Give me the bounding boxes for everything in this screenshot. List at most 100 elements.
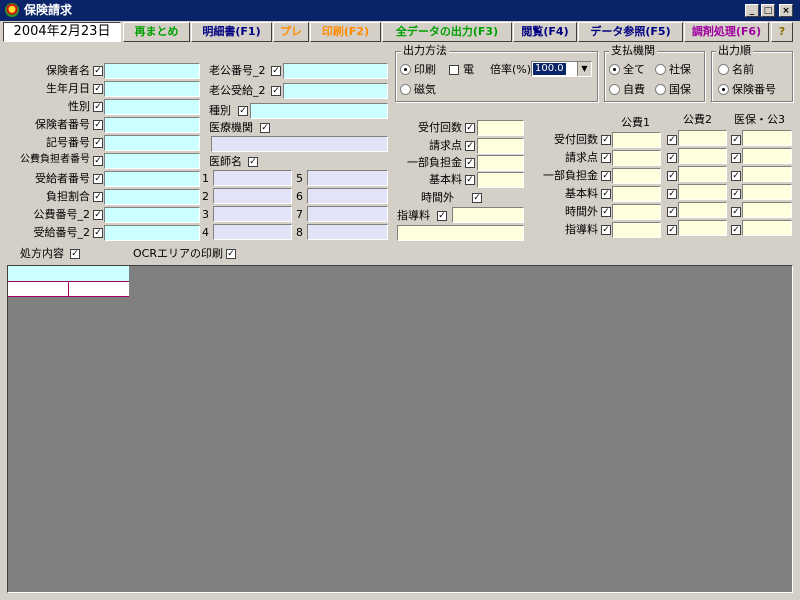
field-rokou-jukyu[interactable] <box>283 83 388 99</box>
checkbox-uketsuke-kaisu[interactable] <box>465 123 475 133</box>
kouhi1-uketsuke-checkbox[interactable] <box>601 135 611 145</box>
checkbox-seikyu-ten[interactable] <box>465 141 475 151</box>
kouhi2-ichibu-field[interactable] <box>678 166 727 182</box>
checkbox-jukyusha-bangou[interactable] <box>93 174 103 184</box>
field-shidou-ryo[interactable] <box>452 207 524 223</box>
kou3-uketsuke-checkbox[interactable] <box>731 135 741 145</box>
print-button[interactable]: 印刷(F2) <box>310 22 381 42</box>
kou3-kihon-field[interactable] <box>742 184 792 200</box>
close-button[interactable]: × <box>779 4 793 17</box>
kouhi2-jikangai-field[interactable] <box>678 202 727 218</box>
kouhi2-seikyu-field[interactable] <box>678 148 727 164</box>
kou3-kihon-checkbox[interactable] <box>731 189 741 199</box>
radio-payer-shaho[interactable] <box>655 64 666 75</box>
field-doctor-4[interactable] <box>213 224 292 240</box>
radio-payer-jihi[interactable] <box>609 84 620 95</box>
field-doctor-1[interactable] <box>213 170 292 186</box>
dropdown-arrow-icon[interactable]: ▼ <box>577 62 591 76</box>
checkbox-ishi-mei[interactable] <box>248 157 258 167</box>
checkbox-kouhi-bangou-2[interactable] <box>93 210 103 220</box>
field-shubetsu[interactable] <box>250 103 388 119</box>
meisaisho-button[interactable]: 明細書(F1) <box>191 22 272 42</box>
kouhi2-uketsuke-field[interactable] <box>678 130 727 146</box>
field-kigou-bangou[interactable] <box>104 135 200 151</box>
radio-magnetic[interactable] <box>400 84 411 95</box>
kou3-seikyu-checkbox[interactable] <box>731 153 741 163</box>
field-futan-wariai[interactable] <box>104 189 200 205</box>
kou3-seikyu-field[interactable] <box>742 148 792 164</box>
field-iryou-kikan[interactable] <box>211 136 388 152</box>
preview-button[interactable]: プレ <box>273 22 309 42</box>
kouhi1-uketsuke-field[interactable] <box>612 132 661 148</box>
checkbox-rokou-jukyu[interactable] <box>271 86 281 96</box>
checkbox-ichibu-futankin[interactable] <box>465 158 475 168</box>
radio-print[interactable] <box>400 64 411 75</box>
radio-payer-kokuho[interactable] <box>655 84 666 95</box>
field-doctor-5[interactable] <box>307 170 388 186</box>
field-rokou-bangou[interactable] <box>283 63 388 79</box>
kouhi2-ichibu-checkbox[interactable] <box>667 171 677 181</box>
checkbox-ocr-print[interactable] <box>226 249 236 259</box>
field-hokensha-mei[interactable] <box>104 63 200 79</box>
kou3-ichibu-checkbox[interactable] <box>731 171 741 181</box>
checkbox-hokensha-bangou[interactable] <box>93 120 103 130</box>
radio-order-number[interactable] <box>718 84 729 95</box>
kouhi1-seikyu-checkbox[interactable] <box>601 153 611 163</box>
radio-order-name[interactable] <box>718 64 729 75</box>
field-doctor-2[interactable] <box>213 188 292 204</box>
kou3-ichibu-field[interactable] <box>742 166 792 182</box>
field-seinengappi[interactable] <box>104 81 200 97</box>
field-doctor-3[interactable] <box>213 206 292 222</box>
kouhi1-kihon-field[interactable] <box>612 186 661 202</box>
kou3-shidou-checkbox[interactable] <box>731 225 741 235</box>
kouhi2-uketsuke-checkbox[interactable] <box>667 135 677 145</box>
checkbox-seibetsu[interactable] <box>93 102 103 112</box>
help-button[interactable]: ? <box>771 22 793 42</box>
checkbox-kihon-ryo[interactable] <box>465 175 475 185</box>
kouhi1-ichibu-checkbox[interactable] <box>601 171 611 181</box>
checkbox-rokou-bangou[interactable] <box>271 66 281 76</box>
checkbox-iryou-kikan[interactable] <box>260 123 270 133</box>
maximize-button[interactable]: □ <box>761 4 775 17</box>
kou3-uketsuke-field[interactable] <box>742 130 792 146</box>
radio-payer-all[interactable] <box>609 64 620 75</box>
field-doctor-6[interactable] <box>307 188 388 204</box>
kouhi1-seikyu-field[interactable] <box>612 150 661 166</box>
kouhi1-ichibu-field[interactable] <box>612 168 661 184</box>
field-seikyu-ten[interactable] <box>477 138 524 154</box>
field-shidou-ryo-2[interactable] <box>397 225 524 241</box>
checkbox-seinengappi[interactable] <box>93 84 103 94</box>
field-kihon-ryo[interactable] <box>477 172 524 188</box>
kouhi2-jikangai-checkbox[interactable] <box>667 207 677 217</box>
checkbox-den[interactable] <box>449 65 459 75</box>
checkbox-prescription[interactable] <box>70 249 80 259</box>
checkbox-shidou-ryo[interactable] <box>437 211 447 221</box>
kouhi2-kihon-field[interactable] <box>678 184 727 200</box>
field-seibetsu[interactable] <box>104 99 200 115</box>
remake-button[interactable]: 再まとめ <box>123 22 190 42</box>
kouhi1-shidou-field[interactable] <box>612 222 661 238</box>
kouhi1-kihon-checkbox[interactable] <box>601 189 611 199</box>
kouhi2-kihon-checkbox[interactable] <box>667 189 677 199</box>
kouhi2-shidou-checkbox[interactable] <box>667 225 677 235</box>
kouhi1-jikangai-checkbox[interactable] <box>601 207 611 217</box>
kou3-jikangai-field[interactable] <box>742 202 792 218</box>
kouhi2-seikyu-checkbox[interactable] <box>667 153 677 163</box>
checkbox-shubetsu[interactable] <box>238 106 248 116</box>
dispensing-button[interactable]: 調剤処理(F6) <box>684 22 769 42</box>
checkbox-jikangai[interactable] <box>472 193 482 203</box>
field-jukyu-bangou-2[interactable] <box>104 225 200 241</box>
kouhi2-shidou-field[interactable] <box>678 220 727 236</box>
checkbox-kouhi-futansha[interactable] <box>93 156 103 166</box>
kouhi1-shidou-checkbox[interactable] <box>601 225 611 235</box>
data-grid-area[interactable] <box>7 265 793 593</box>
export-all-button[interactable]: 全データの出力(F3) <box>382 22 512 42</box>
checkbox-jukyu-bangou-2[interactable] <box>93 228 103 238</box>
kou3-shidou-field[interactable] <box>742 220 792 236</box>
browse-button[interactable]: 閲覧(F4) <box>513 22 577 42</box>
field-doctor-8[interactable] <box>307 224 388 240</box>
field-uketsuke-kaisu[interactable] <box>477 120 524 136</box>
checkbox-futan-wariai[interactable] <box>93 192 103 202</box>
ratio-dropdown[interactable]: 100.0 ▼ <box>531 61 592 77</box>
field-hokensha-bangou[interactable] <box>104 117 200 133</box>
